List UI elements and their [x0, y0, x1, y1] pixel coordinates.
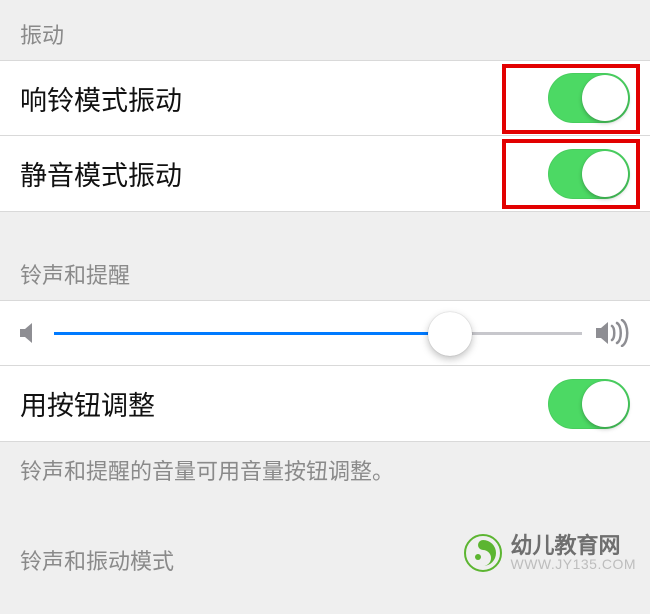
row-volume-slider: [0, 300, 650, 366]
row-change-with-buttons[interactable]: 用按钮调整: [0, 366, 650, 442]
row-vibrate-on-ring[interactable]: 响铃模式振动: [0, 60, 650, 136]
row-vibrate-on-silent[interactable]: 静音模式振动: [0, 136, 650, 212]
label-vibrate-on-silent: 静音模式振动: [20, 154, 548, 193]
footer-note: 铃声和提醒的音量可用音量按钮调整。: [0, 442, 650, 486]
watermark: 幼儿教育网 WWW.JY135.COM: [464, 534, 636, 572]
volume-low-icon: [20, 321, 40, 345]
slider-thumb[interactable]: [428, 312, 472, 356]
volume-slider[interactable]: [54, 332, 582, 335]
toggle-change-with-buttons[interactable]: [548, 379, 630, 429]
watermark-title: 幼儿教育网: [510, 534, 636, 557]
toggle-vibrate-on-ring[interactable]: [548, 73, 630, 123]
label-vibrate-on-ring: 响铃模式振动: [20, 79, 548, 118]
toggle-vibrate-on-silent[interactable]: [548, 149, 630, 199]
label-change-with-buttons: 用按钮调整: [20, 384, 548, 423]
watermark-logo-icon: [464, 534, 502, 572]
section-header-vibration: 振动: [0, 0, 650, 60]
section-header-ringtone: 铃声和提醒: [0, 240, 650, 300]
volume-high-icon: [596, 319, 630, 347]
watermark-url: WWW.JY135.COM: [510, 557, 636, 572]
